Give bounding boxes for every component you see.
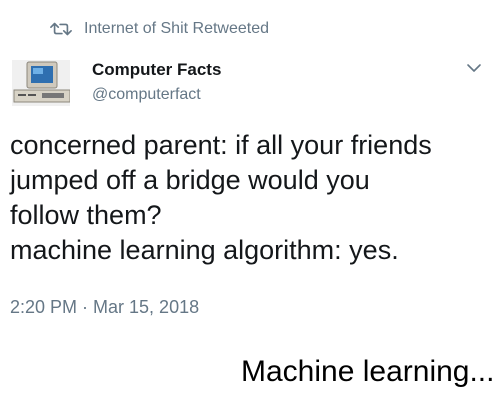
- chevron-down-icon[interactable]: [466, 62, 482, 74]
- tweet-line: jumped off a bridge would you: [10, 165, 370, 195]
- computer-avatar[interactable]: [12, 60, 70, 106]
- tweet-text: concerned parent: if all your friends ju…: [10, 128, 490, 268]
- tweet-line: machine learning algorithm: yes.: [10, 235, 399, 265]
- tweet-header: Computer Facts @computerfact: [12, 52, 490, 112]
- tweet-timestamp[interactable]: 2:20 PM · Mar 15, 2018: [10, 297, 199, 318]
- author-handle[interactable]: @computerfact: [92, 86, 201, 104]
- retweet-icon: [50, 22, 72, 36]
- tweet-line: follow them?: [10, 200, 162, 230]
- author-name[interactable]: Computer Facts: [92, 60, 221, 80]
- retweet-label: Internet of Shit Retweeted: [84, 20, 269, 37]
- meme-caption: Machine learning...: [241, 355, 495, 388]
- retweet-row[interactable]: Internet of Shit Retweeted: [50, 20, 269, 38]
- tweet-line: concerned parent: if all your friends: [10, 130, 432, 160]
